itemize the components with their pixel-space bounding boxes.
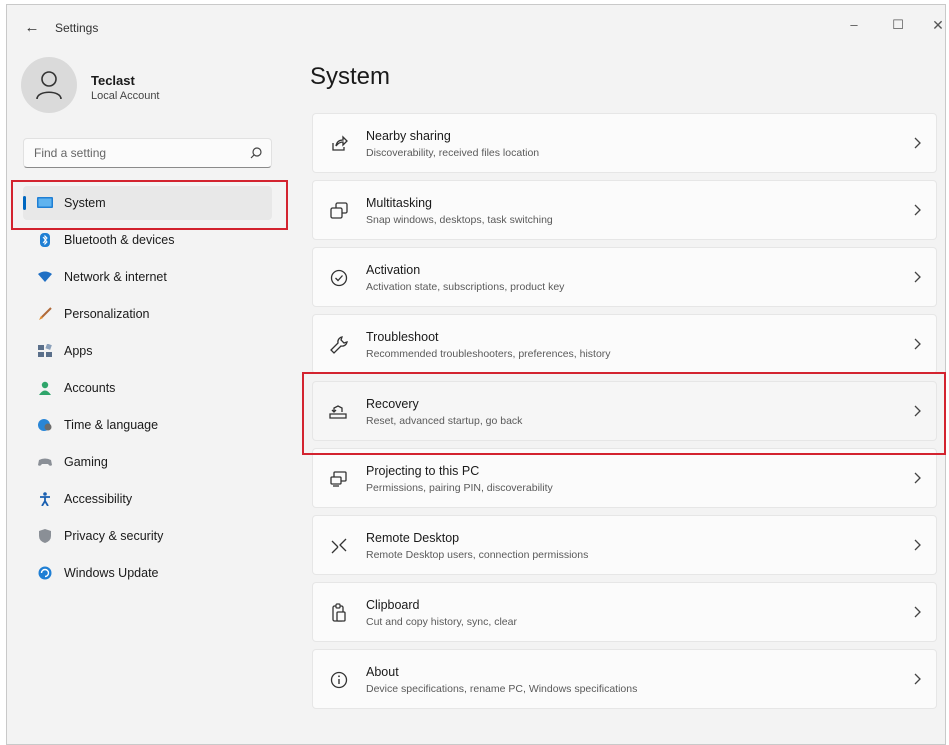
person-icon	[39, 381, 51, 395]
chevron-right-icon	[914, 271, 921, 283]
chevron-right-icon	[914, 338, 921, 350]
sidebar-item-personalization[interactable]: Personalization	[23, 297, 272, 331]
sidebar-nav: System Bluetooth & devices Network & int…	[23, 186, 272, 593]
chevron-right-icon	[914, 539, 921, 551]
page-title: System	[310, 63, 391, 90]
card-title: Nearby sharing	[366, 129, 451, 143]
card-title: About	[366, 665, 399, 679]
bluetooth-icon	[40, 233, 50, 247]
remote-desktop-icon	[331, 538, 347, 554]
search-icon[interactable]	[249, 146, 263, 160]
share-icon	[332, 135, 348, 151]
search-box[interactable]	[23, 138, 272, 168]
sidebar-item-windows-update[interactable]: Windows Update	[23, 556, 272, 590]
multitask-icon	[330, 202, 348, 219]
activation-card[interactable]: Activation Activation state, subscriptio…	[312, 247, 937, 307]
recovery-highlight-box	[302, 372, 946, 455]
check-circle-icon	[330, 269, 348, 287]
card-title: Activation	[366, 263, 421, 277]
chevron-right-icon	[914, 472, 921, 484]
sidebar-item-label: Accessibility	[64, 492, 133, 506]
card-title: Troubleshoot	[366, 330, 439, 344]
back-arrow-icon: ←	[24, 19, 40, 36]
card-description: Device specifications, rename PC, Window…	[366, 683, 638, 695]
card-title: Clipboard	[366, 598, 420, 612]
accessibility-icon	[40, 492, 50, 506]
sidebar-item-network[interactable]: Network & internet	[23, 260, 272, 294]
card-description: Remote Desktop users, connection permiss…	[366, 549, 589, 561]
sidebar-item-label: Apps	[64, 344, 93, 358]
maximize-icon: ☐	[892, 17, 904, 32]
projector-icon	[330, 471, 347, 487]
title-bar: ← Settings – ☐ ✕	[7, 5, 945, 51]
close-icon: ✕	[932, 17, 944, 33]
settings-window: ← Settings – ☐ ✕ Teclast Local Account F…	[6, 4, 946, 745]
system-highlight-box	[11, 180, 288, 230]
update-icon	[38, 566, 52, 580]
person-avatar-icon	[36, 71, 62, 100]
maximize-button[interactable]: ☐	[883, 13, 913, 37]
brush-icon	[39, 307, 52, 320]
gamepad-icon	[38, 458, 52, 466]
chevron-right-icon	[914, 137, 921, 149]
clipboard-card[interactable]: Clipboard Cut and copy history, sync, cl…	[312, 582, 937, 642]
user-name: Teclast	[91, 73, 135, 88]
avatar	[21, 57, 77, 113]
sidebar-item-privacy[interactable]: Privacy & security	[23, 519, 272, 553]
card-description: Activation state, subscriptions, product…	[366, 281, 565, 293]
globe-clock-icon	[38, 419, 52, 431]
projecting-card[interactable]: Projecting to this PC Permissions, pairi…	[312, 448, 937, 508]
wifi-icon	[38, 271, 52, 282]
chevron-right-icon	[914, 606, 921, 618]
multitasking-card[interactable]: Multitasking Snap windows, desktops, tas…	[312, 180, 937, 240]
sidebar-item-time-language[interactable]: Time & language	[23, 408, 272, 442]
sidebar-item-label: Bluetooth & devices	[64, 233, 175, 247]
apps-icon	[38, 344, 52, 357]
shield-icon	[39, 529, 51, 543]
back-button[interactable]: ←	[21, 19, 43, 37]
chevron-right-icon	[914, 204, 921, 216]
card-description: Recommended troubleshooters, preferences…	[366, 348, 611, 360]
sidebar-item-label: Gaming	[64, 455, 108, 469]
search-input[interactable]	[24, 139, 244, 167]
card-title: Multitasking	[366, 196, 432, 210]
wrench-icon	[330, 336, 348, 354]
sidebar-item-apps[interactable]: Apps	[23, 334, 272, 368]
sidebar-item-accessibility[interactable]: Accessibility	[23, 482, 272, 516]
minimize-button[interactable]: –	[839, 13, 869, 37]
card-title: Projecting to this PC	[366, 464, 480, 478]
minimize-icon: –	[850, 17, 858, 32]
chevron-right-icon	[914, 673, 921, 685]
remote-desktop-card[interactable]: Remote Desktop Remote Desktop users, con…	[312, 515, 937, 575]
sidebar-item-accounts[interactable]: Accounts	[23, 371, 272, 405]
info-icon	[330, 671, 348, 689]
sidebar-item-label: Time & language	[64, 418, 159, 432]
card-description: Snap windows, desktops, task switching	[366, 214, 553, 226]
card-description: Cut and copy history, sync, clear	[366, 616, 517, 628]
app-title: Settings	[55, 21, 99, 35]
about-card[interactable]: About Device specifications, rename PC, …	[312, 649, 937, 709]
close-button[interactable]: ✕	[923, 13, 949, 37]
sidebar-item-label: Network & internet	[64, 270, 167, 284]
sidebar-item-label: Privacy & security	[64, 529, 164, 543]
card-description: Discoverability, received files location	[366, 147, 540, 159]
sidebar-item-label: Windows Update	[64, 566, 159, 580]
card-title: Remote Desktop	[366, 531, 460, 545]
sidebar-item-label: Accounts	[64, 381, 116, 395]
card-description: Permissions, pairing PIN, discoverabilit…	[366, 482, 553, 494]
account-type: Local Account	[91, 90, 160, 102]
sidebar-item-gaming[interactable]: Gaming	[23, 445, 272, 479]
troubleshoot-card[interactable]: Troubleshoot Recommended troubleshooters…	[312, 314, 937, 374]
clipboard-icon	[332, 603, 346, 622]
nearby-sharing-card[interactable]: Nearby sharing Discoverability, received…	[312, 113, 937, 173]
sidebar-item-label: Personalization	[64, 307, 150, 321]
user-profile[interactable]: Teclast Local Account	[21, 57, 271, 117]
